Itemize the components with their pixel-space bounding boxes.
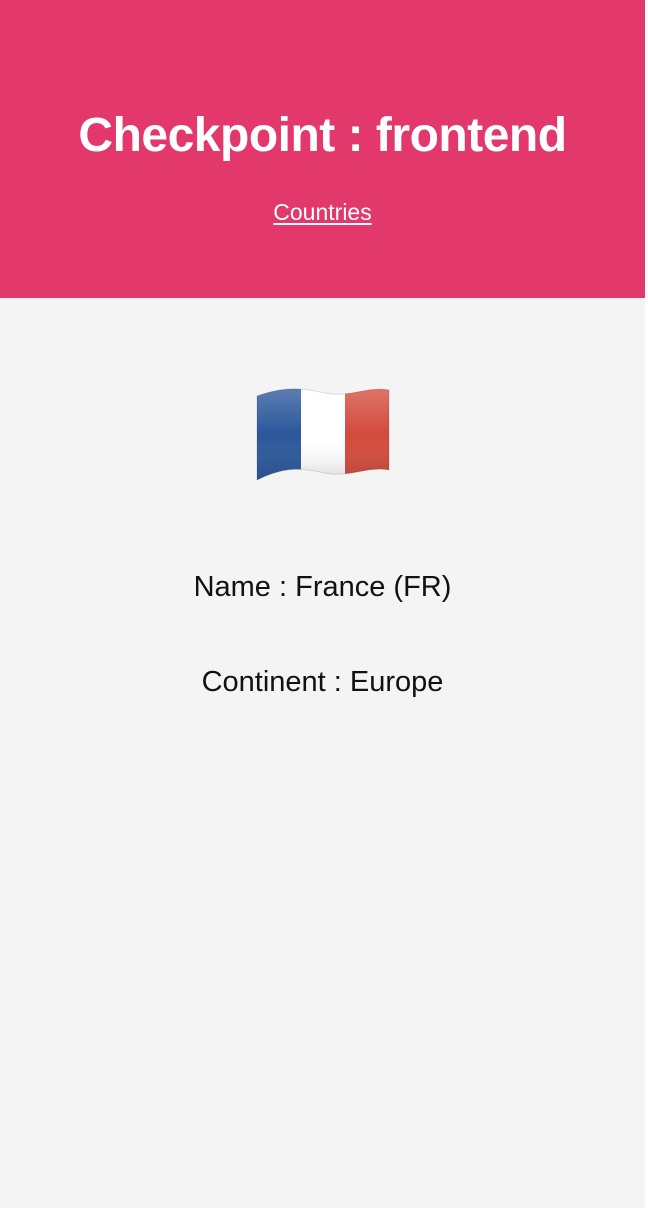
france-flag-icon (256, 388, 389, 481)
country-name: Name : France (FR) (193, 571, 452, 603)
countries-link[interactable]: Countries (273, 198, 371, 226)
country-detail: Name : France (FR) Continent : Europe (0, 298, 645, 699)
app-header: Checkpoint : frontend Countries (0, 0, 645, 298)
page-title: Checkpoint : frontend (78, 109, 567, 162)
country-continent: Continent : Europe (201, 666, 444, 698)
